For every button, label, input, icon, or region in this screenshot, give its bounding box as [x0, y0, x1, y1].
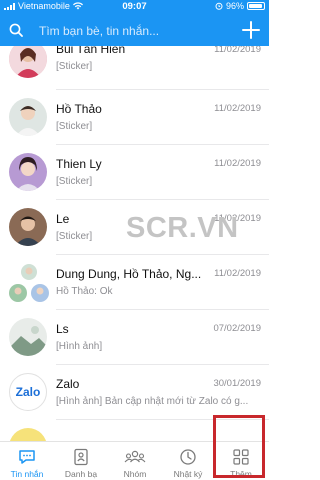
message-preview: [Sticker] [56, 176, 93, 187]
search-icon[interactable] [9, 23, 23, 37]
conversation-item[interactable]: Dung Dung, Hồ Thảo, Ng... 11/02/2019 Hồ … [0, 255, 269, 310]
avatar [9, 208, 47, 246]
tab-timeline[interactable]: Nhật ký [161, 442, 215, 480]
grid-icon [233, 449, 249, 465]
status-bar: Vietnamobile 09:07 96% [0, 0, 269, 14]
tab-groups[interactable]: Nhóm [108, 442, 162, 480]
search-input[interactable]: Tìm bạn bè, tin nhắn... [39, 24, 159, 38]
header: Vietnamobile 09:07 96% Tìm bạn bè, tin n… [0, 0, 269, 46]
contact-name: Dung Dung, Hồ Thảo, Ng... [56, 267, 202, 281]
message-date: 11/02/2019 [214, 268, 261, 279]
tab-contacts[interactable]: Danh bạ [54, 442, 108, 480]
contact-name: Bùi Tấn Hiền [56, 46, 126, 56]
tab-label: Thêm [230, 469, 252, 479]
avatar [9, 318, 47, 356]
tab-messages[interactable]: Tin nhắn [0, 442, 54, 480]
tab-label: Tin nhắn [10, 469, 44, 479]
conversation-item[interactable]: Ls 07/02/2019 [Hình ảnh] [0, 310, 269, 365]
tab-label: Danh bạ [64, 469, 98, 479]
message-date: 11/02/2019 [214, 46, 261, 55]
message-preview: [Hình ảnh] [56, 341, 103, 352]
contact-name: Ls [56, 322, 69, 336]
message-preview: [Sticker] [56, 121, 93, 132]
message-preview: [Hình ảnh] Bản cập nhật mới từ Zalo có g… [56, 396, 249, 407]
battery-percent: 96% [225, 1, 244, 11]
message-date: 07/02/2019 [213, 323, 261, 334]
contact-name: Zalo [56, 377, 80, 391]
search-bar[interactable]: Tìm bạn bè, tin nhắn... [0, 16, 269, 46]
alarm-icon [215, 2, 223, 10]
avatar [9, 46, 47, 78]
message-date: 11/02/2019 [214, 158, 261, 169]
battery-info: 96% [215, 1, 265, 11]
contact-name: Hồ Thảo [56, 102, 102, 116]
conversation-item[interactable] [0, 420, 269, 441]
message-preview: [Sticker] [56, 231, 93, 242]
add-icon[interactable] [242, 21, 260, 39]
conversation-item[interactable]: Hồ Thảo 11/02/2019 [Sticker] [0, 90, 269, 145]
group-icon [124, 450, 146, 463]
group-avatar [9, 263, 49, 302]
zalo-logo-avatar: Zalo [9, 373, 47, 411]
bottom-tab-bar: Tin nhắn Danh bạ Nhóm Nhật ký Thêm [0, 441, 269, 480]
message-icon [19, 450, 35, 464]
conversation-item[interactable]: Bùi Tấn Hiền 11/02/2019 [Sticker] [0, 46, 269, 90]
battery-level [249, 4, 262, 8]
contact-name: Le [56, 212, 70, 226]
conversation-item[interactable]: Zalo Zalo 30/01/2019 [Hình ảnh] Bản cập … [0, 365, 269, 420]
contacts-icon [74, 448, 88, 466]
message-date: 11/02/2019 [214, 103, 261, 114]
zalo-logo-text: Zalo [15, 385, 41, 399]
conversation-item[interactable]: Thien Ly 11/02/2019 [Sticker] [0, 145, 269, 200]
watermark-text: SCR.VN [126, 212, 239, 244]
message-preview: [Sticker] [56, 61, 93, 72]
battery-icon [247, 2, 265, 10]
contact-name: Thien Ly [56, 157, 102, 171]
message-preview: Hồ Thảo: Ok [56, 286, 113, 297]
avatar [9, 153, 47, 191]
tab-label: Nhóm [123, 469, 147, 479]
tab-label: Nhật ký [173, 469, 203, 479]
clock-icon [180, 449, 196, 465]
tab-more[interactable]: Thêm [214, 442, 268, 480]
avatar [9, 428, 47, 441]
avatar [9, 98, 47, 136]
message-date: 30/01/2019 [213, 378, 261, 389]
